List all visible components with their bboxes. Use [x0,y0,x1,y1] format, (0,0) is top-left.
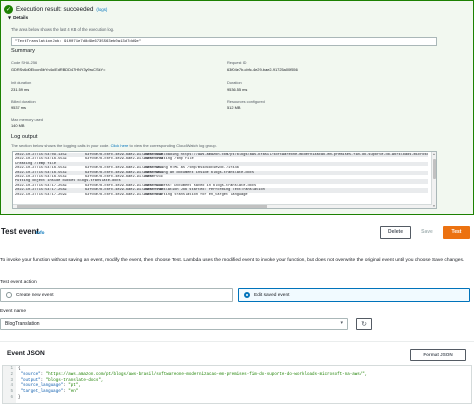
vertical-scrollbar[interactable]: ▲ ▼ [431,152,436,208]
log-message: INFO Success! Document saved in blogs-tr… [144,183,257,188]
execution-result-title: Execution result: succeeded [16,5,94,13]
billed-duration-label: Billed duration [11,99,36,104]
log-lines: 2022-10-27T15:54:09.135Z 63f04e7b-cbfc-4e… [15,153,428,197]
log-line: 2022-10-27T15:54:17.259Z 63f04e7b-cbfc-4e… [15,193,428,197]
refresh-icon: ↻ [361,320,367,328]
log-message: INFO [144,174,153,179]
execution-result-header[interactable]: ✓ Execution result: succeeded (logs) [4,4,107,14]
event-json-title: Event JSON [7,350,45,357]
refresh-button[interactable]: ↻ [356,318,372,330]
cloudwatch-link[interactable]: Click here [111,143,129,148]
test-event-action-label: Test event action [0,280,37,285]
delete-button[interactable]: Delete [380,226,411,239]
horizontal-scrollbar[interactable] [13,204,432,208]
code-line: 2 "source": "https://aws.amazon.com/pt/b… [3,372,471,379]
line-number: 1 [10,367,13,371]
log-message: INFO Translation Job started: Performing… [144,188,265,193]
code-sha-value: GDRSv6d0EIcon5bYn4o/EdRBDD47HNY3y9ruCSkY… [11,67,106,72]
logs-link[interactable]: (logs) [96,7,107,12]
log-timestamp: 2022-10-27T15:54:17.259Z [15,192,67,197]
duration-value: 9536.55 ms [227,87,248,92]
init-duration-label: Init duration [11,80,32,85]
create-new-event-option[interactable]: Create new event [0,288,233,302]
max-memory-label: Max memory used [11,117,43,122]
json-key: "target_language" [20,390,64,395]
test-button[interactable]: Test [443,226,470,239]
log-output-box[interactable]: 2022-10-27T15:54:09.135Z 63f04e7b-cbfc-4e… [12,151,437,209]
create-new-event-label: Create new event [16,292,54,298]
event-json-editor[interactable]: 1{2 "source": "https://aws.amazon.com/pt… [2,365,472,404]
edit-saved-event-option[interactable]: Edit saved event [238,288,470,302]
log-note-text-after: to view the corresponding CloudWatch log… [129,143,217,148]
log-message: INFO Saving HTML as /tmp/ms4d68c4e9dc.71… [144,166,239,171]
edit-saved-event-label: Edit saved event [254,292,290,298]
log-output-heading: Log output [11,134,38,140]
details-toggle[interactable]: ▼ Details [8,15,28,20]
radio-create-new[interactable] [6,292,12,298]
log-output-note: The section below shows the logging call… [11,143,217,148]
log-message: INFO Saving an document inside blogs-tra… [144,170,254,175]
duration-label: Duration [227,80,242,85]
scroll-down-icon[interactable]: ▼ [432,204,436,208]
line-number: 2 [10,372,13,377]
billed-duration-value: 9537 ms [11,105,26,110]
event-name-value: BlogTranslation [5,321,40,327]
execution-result-panel: ✓ Execution result: succeeded (logs) ▼ D… [0,0,474,215]
summary-heading: Summary [11,48,35,54]
init-duration-value: 231.59 ms [11,87,30,92]
code-line: 6} [3,396,471,402]
test-event-title: Test event [1,227,39,236]
execution-log-note: The area below shows the last 4 KB of th… [11,27,115,32]
save-button[interactable]: Save [414,226,440,239]
log-message: INFO Creating /tmp file [144,157,194,162]
request-id-value: 63f04e7b-cbfc-4e29-bae2-91725a00f556 [227,67,298,72]
radio-edit-saved[interactable] [244,292,250,298]
json-value: "en" [68,390,79,395]
json-brace: { [18,367,21,371]
code-line: 5 "target_language": "en" [3,390,471,396]
max-memory-value: 140 MB [11,123,25,128]
caret-down-icon: ▾ [340,320,343,326]
line-number: 3 [10,378,13,383]
json-value: "blogs-translate-docs", [45,378,104,383]
resources-configured-value: 512 MB [227,105,241,110]
json-key: "source_language" [20,384,64,389]
line-number: 6 [10,396,13,400]
caret-down-icon: ▼ [8,15,12,20]
format-json-button[interactable]: Format JSON [410,349,466,361]
details-label: Details [13,15,29,20]
log-request-id: 63f04e7b-cbfc-4e29-bae2-91725a00f556 [85,192,163,197]
resources-configured-label: Resources configured [227,99,265,104]
json-value: "https://aws.amazon.com/pt/blogs/aws-bra… [45,372,368,377]
event-name-select[interactable]: BlogTranslation ▾ [0,318,348,330]
json-value: "pt", [68,384,81,389]
success-check-icon: ✓ [4,4,13,14]
json-key: "source" [20,372,41,377]
test-event-description: To invoke your function without saving a… [0,258,465,263]
json-key: "output" [20,378,41,383]
log-message: INFO Downloading https://aws.amazon.com/… [144,153,428,157]
request-id-label: Request ID [227,60,247,65]
code-line: 1{ [3,367,471,373]
log-message: INFO Starting translation for en_target … [144,192,248,197]
code-sha-label: Code SHA-256 [11,60,38,65]
log-note-text: The section below shows the logging call… [11,143,110,148]
return-value-box[interactable]: "TextTranslationJob: 910071e7d8d9e673556… [11,37,437,46]
line-number: 4 [10,384,13,389]
line-number: 5 [10,390,13,395]
event-name-label: Event name [0,309,27,314]
scrollbar-thumb[interactable] [433,159,436,179]
horizontal-scrollbar-thumb[interactable] [17,205,267,208]
info-link[interactable]: Info [36,230,44,235]
scroll-up-icon[interactable]: ▲ [432,152,436,156]
json-brace: } [18,396,21,400]
